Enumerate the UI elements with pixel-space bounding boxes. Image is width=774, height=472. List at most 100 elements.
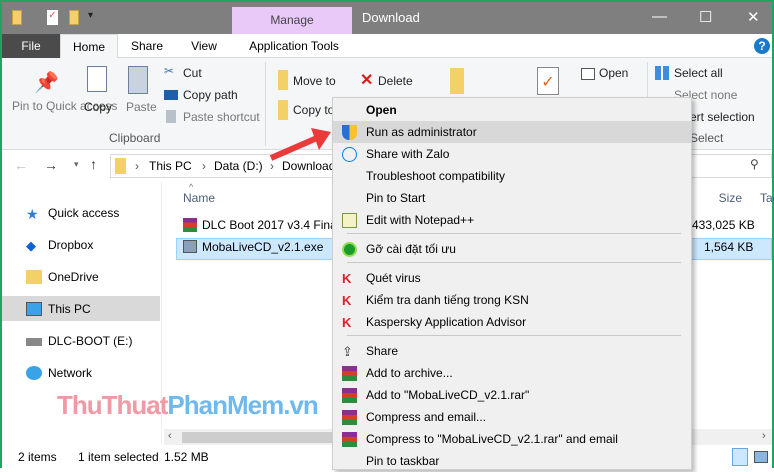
details-view-button[interactable] (732, 448, 748, 466)
menu-separator (347, 233, 681, 234)
tab-home[interactable]: Home (60, 34, 118, 58)
menu-share[interactable]: ⇪ Share (333, 340, 691, 362)
pin-icon: 📌 (34, 72, 59, 94)
nav-this-pc[interactable]: This PC (48, 302, 91, 316)
paste-icon (128, 66, 148, 94)
menu-compress-to-rar-email[interactable]: Compress to "MobaLiveCD_v2.1.rar" and em… (333, 428, 691, 450)
menu-troubleshoot[interactable]: Troubleshoot compatibility (333, 165, 691, 187)
open-icon (581, 68, 595, 80)
menu-compress-email[interactable]: Compress and email... (333, 406, 691, 428)
nav-dropbox[interactable]: Dropbox (48, 238, 93, 252)
dropbox-icon: ◆ (26, 238, 36, 253)
copy-to-button[interactable]: Copy to (293, 103, 334, 117)
menu-pin-to-start[interactable]: Pin to Start (333, 187, 691, 209)
share-icon: ⇪ (342, 344, 353, 359)
properties-icon[interactable]: ✓ (47, 10, 58, 25)
watermark: ThuThuatPhanMem.vn (57, 390, 319, 420)
new-folder-icon[interactable] (69, 10, 79, 25)
nav-quick-access[interactable]: Quick access (48, 206, 119, 220)
notepadpp-icon (342, 213, 357, 228)
select-group-label: Select (690, 131, 724, 145)
scroll-left-button[interactable]: ‹ (168, 430, 172, 442)
menu-kaspersky-advisor[interactable]: K Kaspersky Application Advisor (333, 311, 691, 333)
maximize-button[interactable]: ☐ (699, 8, 712, 26)
file-size: 433,025 KB (692, 218, 755, 232)
copy-button[interactable]: Copy (84, 100, 112, 114)
clipboard-group-label: Clipboard (109, 131, 161, 145)
delete-icon: ✕ (360, 72, 374, 89)
window-title: Download (362, 10, 420, 25)
back-button[interactable]: ← (14, 157, 28, 173)
menu-add-to-archive[interactable]: Add to archive... (333, 362, 691, 384)
nav-network[interactable]: Network (48, 366, 92, 380)
manage-context-tab: Manage (232, 7, 352, 34)
column-name[interactable]: Name (183, 191, 215, 205)
paste-shortcut-button[interactable]: Paste shortcut (183, 110, 260, 124)
breadcrumb-this-pc[interactable]: This PC (149, 159, 192, 173)
paste-button[interactable]: Paste (126, 100, 157, 114)
menu-open[interactable]: Open (333, 99, 691, 121)
divider (265, 62, 266, 146)
search-icon[interactable]: ⚲ (750, 157, 759, 171)
menu-uninstall[interactable]: Gỡ cài đặt tối ưu (333, 238, 691, 260)
item-count: 2 items (18, 450, 57, 464)
breadcrumb-data-d[interactable]: Data (D:) (214, 159, 263, 173)
menu-add-to-rar[interactable]: Add to "MobaLiveCD_v2.1.rar" (333, 384, 691, 406)
menu-share-with-zalo[interactable]: Share with Zalo (333, 143, 691, 165)
scroll-right-button[interactable]: › (762, 430, 766, 442)
scroll-thumb[interactable] (182, 432, 332, 443)
help-icon[interactable]: ? (754, 38, 770, 54)
new-folder-big-icon (450, 68, 464, 94)
pin-to-quick-access-button[interactable]: Pin to Quick access (12, 100, 117, 113)
tab-file[interactable]: File (2, 34, 60, 58)
file-name[interactable]: DLC Boot 2017 v3.4 Final (202, 218, 339, 232)
close-button[interactable]: ✕ (747, 8, 760, 26)
menu-pin-to-taskbar[interactable]: Pin to taskbar (333, 450, 691, 472)
copy-path-icon (164, 90, 178, 100)
network-icon (26, 366, 42, 380)
uac-shield-icon (342, 125, 357, 140)
menu-separator (347, 262, 681, 263)
nav-dlc-boot[interactable]: DLC-BOOT (E:) (48, 334, 132, 348)
menu-separator (347, 335, 681, 336)
kaspersky-icon: K (342, 315, 352, 330)
copy-icon (87, 66, 107, 92)
drive-icon (26, 338, 42, 346)
delete-button[interactable]: Delete (378, 74, 413, 88)
tab-view[interactable]: View (182, 34, 226, 58)
recent-locations-button[interactable]: ▾ (74, 159, 79, 170)
winrar-icon (342, 388, 357, 403)
open-button[interactable]: Open (599, 66, 628, 80)
select-all-button[interactable]: Select all (674, 66, 723, 80)
tab-share[interactable]: Share (124, 34, 170, 58)
winrar-icon (342, 366, 357, 381)
menu-edit-notepadpp[interactable]: Edit with Notepad++ (333, 209, 691, 231)
copy-to-icon (278, 100, 288, 120)
uninstall-icon (342, 242, 357, 257)
menu-scan-virus[interactable]: K Quét virus (333, 267, 691, 289)
nav-onedrive[interactable]: OneDrive (48, 270, 99, 284)
large-icons-view-button[interactable] (754, 451, 768, 463)
winrar-icon (342, 432, 357, 447)
folder-icon (26, 270, 42, 284)
menu-run-as-administrator[interactable]: Run as administrator (333, 121, 691, 143)
file-name[interactable]: MobaLiveCD_v2.1.exe (202, 240, 323, 254)
selection-info: 1 item selected (78, 450, 159, 464)
file-size: 1,564 KB (704, 240, 754, 254)
tab-application-tools[interactable]: Application Tools (238, 34, 350, 58)
column-tags[interactable]: Tags (760, 191, 774, 205)
paste-shortcut-icon (166, 110, 176, 123)
forward-button[interactable]: → (44, 157, 58, 173)
cut-icon: ✂ (164, 64, 175, 78)
folder-icon (12, 10, 22, 25)
context-menu: Open Run as administrator Share with Zal… (332, 97, 692, 470)
rar-icon (183, 218, 197, 232)
up-button[interactable]: ↑ (90, 156, 97, 172)
customize-toolbar-icon[interactable]: ▾ (88, 10, 93, 21)
minimize-button[interactable]: — (652, 8, 667, 25)
copy-path-button[interactable]: Copy path (183, 88, 238, 102)
cut-button[interactable]: Cut (183, 66, 202, 80)
menu-ksn-check[interactable]: K Kiểm tra danh tiếng trong KSN (333, 289, 691, 311)
move-to-button[interactable]: Move to (293, 74, 336, 88)
kaspersky-icon: K (342, 293, 352, 308)
